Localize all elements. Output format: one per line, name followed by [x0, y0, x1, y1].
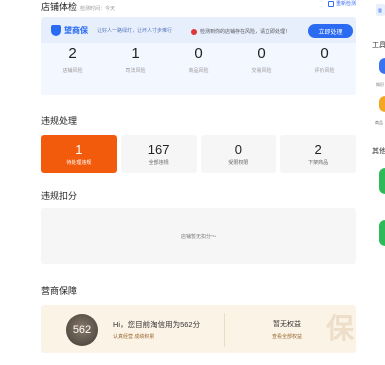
guarantee-card: 562 Hi，您目前淘信用为562分 认真经营 成绩积累 暂无权益 查看全部权益…: [41, 305, 356, 353]
stat-goods-risk[interactable]: 0 商品风险: [167, 45, 230, 74]
alert-icon: [191, 28, 197, 35]
stat-value: 0: [257, 45, 266, 62]
card-label: 受限权限: [228, 160, 249, 166]
violation-cards: 1 待处理违规 167 全部违规 0 受限权限 2 下架商品: [41, 135, 356, 173]
credit-score-badge: 562: [66, 314, 98, 346]
card-label: 下架商品: [308, 160, 329, 166]
green-tile-icon[interactable]: [379, 168, 385, 194]
shop-health-title: 店铺体检 检测时间：今天: [41, 0, 115, 13]
badge-text: 重: [378, 8, 382, 13]
brand-logo: 望商保 让好人一路绿灯，让坏人寸步难行: [51, 25, 172, 36]
knowledge-icon[interactable]: [379, 58, 385, 74]
other-label: 其他: [372, 148, 385, 155]
deduction-empty-state: 店铺暂无扣分～: [41, 208, 356, 264]
alert-text: 检测到你的店铺存在风险，请立即处理！: [200, 29, 291, 35]
card-value: 0: [234, 142, 242, 157]
guarantee-title: 营商保障: [41, 286, 78, 296]
no-benefit-title: 暂无权益: [273, 321, 301, 328]
credit-text: Hi，您目前淘信用为562分: [113, 320, 201, 329]
stat-trade-risk[interactable]: 0 交易风险: [230, 45, 293, 74]
pending-violation-card[interactable]: 1 待处理违规: [41, 135, 117, 173]
shop-health-card: 望商保 让好人一路绿灯，让坏人寸步难行 检测到你的店铺存在风险，请立即处理！ 立…: [41, 17, 356, 95]
stat-value: 0: [194, 45, 203, 62]
risk-stats: 2 店铺风险 1 司法风险 0 商品风险 0 交易风险 0 评价风险: [41, 45, 356, 74]
watermark-graphic: 保: [326, 313, 355, 344]
right-side-panel: 重 工具 知识 商品 其他: [372, 0, 385, 365]
removed-goods-card[interactable]: 2 下架商品: [280, 135, 356, 173]
recheck-button[interactable]: 重新检测: [328, 0, 356, 7]
credit-sub[interactable]: 认真经营 成绩积累: [113, 333, 154, 340]
stat-label: 店铺风险: [62, 68, 83, 74]
shop-health-title-text: 店铺体检: [41, 2, 78, 12]
green-tile-icon-2[interactable]: [379, 220, 385, 246]
handle-now-button[interactable]: 立即处理: [308, 24, 353, 38]
stat-label: 评价风险: [314, 68, 335, 74]
recheck-label: 重新检测: [336, 1, 357, 7]
card-value: 167: [147, 142, 170, 157]
card-value: 1: [75, 142, 83, 157]
stat-review-risk[interactable]: 0 评价风险: [293, 45, 356, 74]
view-all-benefits-link[interactable]: 查看全部权益: [237, 333, 337, 340]
empty-text: 店铺暂无扣分～: [180, 233, 216, 240]
refresh-icon: [328, 0, 334, 7]
card-label: 待处理违规: [66, 160, 92, 166]
stat-value: 1: [131, 45, 140, 62]
all-violation-card[interactable]: 167 全部违规: [120, 135, 197, 173]
stat-value: 2: [68, 45, 77, 62]
stat-shop-risk[interactable]: 2 店铺风险: [41, 45, 104, 74]
check-time: 检测时间：今天: [80, 6, 116, 12]
knowledge-label: 知识: [376, 82, 384, 87]
tools-label: 工具: [372, 42, 385, 49]
deduction-title: 违规扣分: [41, 191, 78, 201]
brand-name: 望商保: [64, 26, 88, 35]
card-label: 全部违规: [148, 160, 169, 166]
stat-value: 0: [320, 45, 329, 62]
brand-slogan: 让好人一路绿灯，让坏人寸步难行: [97, 28, 173, 34]
stat-label: 商品风险: [188, 68, 209, 74]
stat-label: 司法风险: [125, 68, 146, 74]
goods-icon[interactable]: [379, 96, 385, 112]
shield-icon: [51, 25, 61, 36]
restricted-permission-card[interactable]: 0 受限权限: [200, 135, 277, 173]
card-value: 2: [314, 142, 322, 157]
goods-label: 商品: [375, 120, 383, 125]
risk-alert: 检测到你的店铺存在风险，请立即处理！: [191, 28, 290, 35]
divider: [224, 313, 225, 347]
violation-title: 违规处理: [41, 116, 78, 126]
stat-label: 交易风险: [251, 68, 272, 74]
stat-judicial-risk[interactable]: 1 司法风险: [104, 45, 167, 74]
